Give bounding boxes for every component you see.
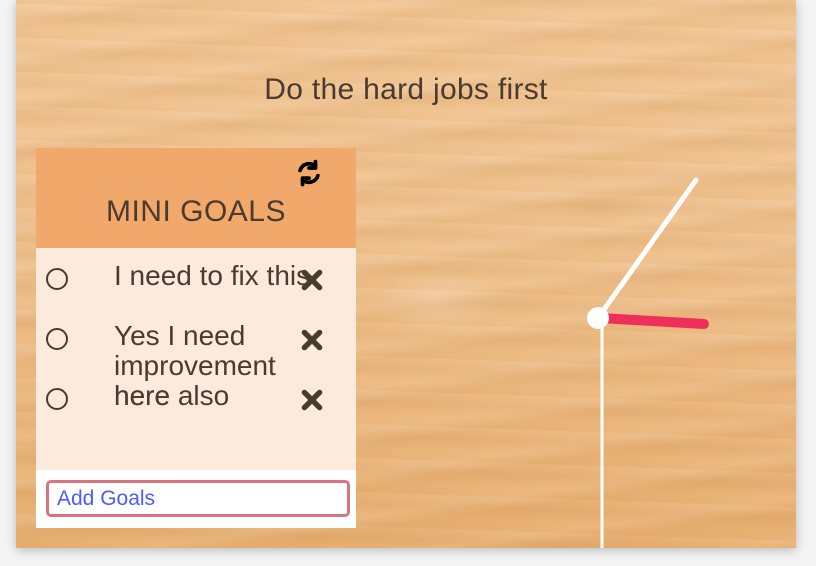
goal-item: I need to fix this bbox=[36, 248, 356, 308]
hour-hand bbox=[595, 313, 709, 329]
circle-outline-icon[interactable] bbox=[46, 388, 68, 410]
goal-item: Yes I need improvement here bbox=[36, 308, 356, 411]
goal-input-area bbox=[36, 470, 356, 528]
close-icon[interactable] bbox=[299, 267, 325, 293]
refresh-icon[interactable] bbox=[294, 158, 324, 188]
clock-center-cap bbox=[587, 307, 609, 329]
mini-goals-title: MINI GOALS bbox=[105, 195, 287, 228]
analog-clock bbox=[582, 160, 732, 548]
add-goals-input[interactable] bbox=[46, 480, 350, 517]
circle-outline-icon[interactable] bbox=[46, 268, 68, 290]
close-icon[interactable] bbox=[299, 327, 325, 353]
mini-goals-panel: MINI GOALS I need to fix this Yes I need… bbox=[36, 148, 356, 528]
goal-text: I need to fix this bbox=[114, 260, 311, 291]
motto-text: Do the hard jobs first bbox=[264, 73, 548, 106]
mini-goals-header: MINI GOALS bbox=[36, 148, 356, 248]
wood-background: Do the hard jobs first MINI GOALS I need… bbox=[16, 0, 796, 548]
minute-hand bbox=[595, 177, 699, 321]
close-icon[interactable] bbox=[299, 387, 325, 413]
circle-outline-icon[interactable] bbox=[46, 328, 68, 350]
goal-item: here also bbox=[36, 368, 356, 428]
clock-svg bbox=[587, 177, 709, 548]
goal-text: here also bbox=[114, 380, 230, 411]
goal-list: I need to fix this Yes I need improvemen… bbox=[36, 248, 356, 468]
